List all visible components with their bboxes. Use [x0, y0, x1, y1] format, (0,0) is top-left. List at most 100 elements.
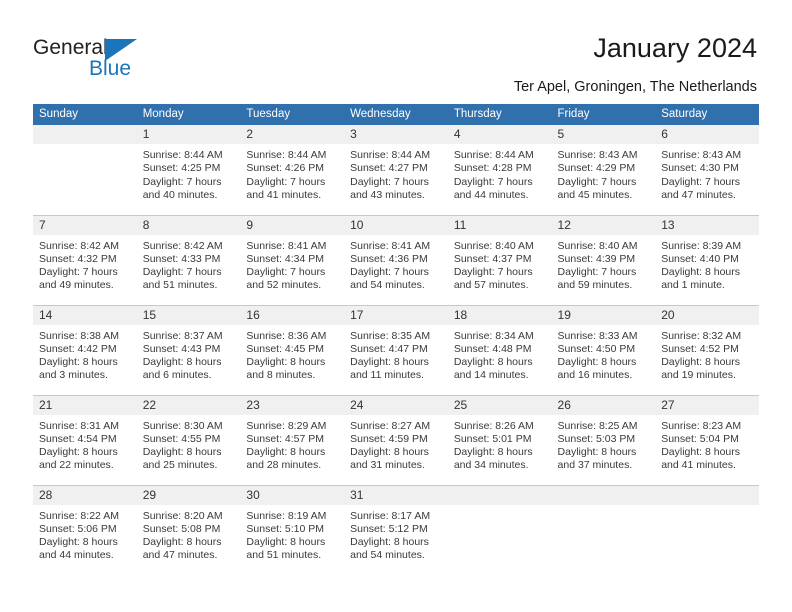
calendar-day-cell[interactable]: 12 Sunrise: 8:40 AM Sunset: 4:39 PM Dayligh…: [551, 214, 656, 305]
daylight-duration-line2: and 28 minutes.: [246, 459, 322, 472]
calendar-day-cell[interactable]: 24 Sunrise: 8:27 AM Sunset: 4:59 PM Dayligh…: [344, 394, 448, 485]
day-number: 26: [551, 395, 656, 415]
general-blue-logo[interactable]: General Blue: [33, 36, 163, 84]
calendar-day-cell[interactable]: 15 Sunrise: 8:37 AM Sunset: 4:43 PM Dayligh…: [136, 304, 241, 395]
daylight-duration-line1: Daylight: 8 hours: [39, 356, 118, 369]
sunrise-time: Sunrise: 8:33 AM: [557, 329, 638, 342]
daylight-duration-line1: Daylight: 8 hours: [453, 446, 533, 459]
calendar-day-cell[interactable]: 31 Sunrise: 8:17 AM Sunset: 5:12 PM Dayligh…: [344, 484, 448, 575]
day-number: 10: [344, 215, 448, 235]
day-sun-info: Sunrise: 8:17 AM Sunset: 5:12 PM Daylight:…: [344, 505, 448, 563]
calendar-day-cell-empty: [655, 484, 759, 575]
calendar-week-row: 28 Sunrise: 8:22 AM Sunset: 5:06 PM Dayligh…: [33, 484, 759, 575]
calendar-day-cell[interactable]: 11 Sunrise: 8:40 AM Sunset: 4:37 PM Dayligh…: [447, 214, 552, 305]
calendar-day-cell[interactable]: 5 Sunrise: 8:43 AM Sunset: 4:29 PM Daylight…: [551, 125, 656, 215]
sunset-time: Sunset: 4:54 PM: [39, 432, 117, 445]
sunset-time: Sunset: 4:30 PM: [661, 162, 739, 175]
calendar-day-cell[interactable]: 19 Sunrise: 8:33 AM Sunset: 4:50 PM Dayligh…: [551, 304, 656, 395]
calendar-day-cell[interactable]: 6 Sunrise: 8:43 AM Sunset: 4:30 PM Daylight…: [655, 125, 759, 215]
day-number: 25: [447, 395, 552, 415]
day-sun-info: Sunrise: 8:31 AM Sunset: 4:54 PM Daylight:…: [33, 415, 137, 473]
daylight-duration-line1: Daylight: 8 hours: [142, 536, 222, 549]
day-sun-info: Sunrise: 8:40 AM Sunset: 4:37 PM Daylight:…: [448, 235, 552, 293]
sunset-time: Sunset: 4:57 PM: [246, 432, 325, 445]
calendar-day-cell[interactable]: 7 Sunrise: 8:42 AM Sunset: 4:32 PM Daylight…: [33, 214, 137, 305]
day-sun-info: Sunrise: 8:34 AM Sunset: 4:48 PM Daylight:…: [448, 325, 552, 383]
calendar-day-cell[interactable]: 28 Sunrise: 8:22 AM Sunset: 5:06 PM Dayligh…: [33, 484, 137, 575]
calendar-day-cell[interactable]: 14 Sunrise: 8:38 AM Sunset: 4:42 PM Dayligh…: [33, 304, 137, 395]
day-sun-info: Sunrise: 8:43 AM Sunset: 4:29 PM Daylight:…: [552, 144, 656, 202]
daylight-duration-line1: Daylight: 7 hours: [39, 266, 118, 279]
calendar-day-cell[interactable]: 20 Sunrise: 8:32 AM Sunset: 4:52 PM Dayligh…: [655, 304, 759, 395]
day-number: 21: [33, 395, 137, 415]
day-number: 24: [344, 395, 448, 415]
daylight-duration-line1: Daylight: 7 hours: [142, 175, 222, 188]
calendar-day-cell[interactable]: 1 Sunrise: 8:44 AM Sunset: 4:25 PM Daylight…: [136, 125, 241, 215]
calendar-day-cell[interactable]: 2 Sunrise: 8:44 AM Sunset: 4:26 PM Daylight…: [240, 125, 345, 215]
weekday-header-sunday: Sunday: [33, 104, 137, 125]
calendar-day-cell[interactable]: 27 Sunrise: 8:23 AM Sunset: 5:04 PM Dayligh…: [655, 394, 759, 485]
day-number: 9: [240, 215, 345, 235]
calendar-page: General Blue January 2024 Ter Apel, Gron…: [0, 0, 792, 612]
daylight-duration-line2: and 25 minutes.: [142, 459, 218, 472]
day-number: 22: [136, 395, 241, 415]
daylight-duration-line1: Daylight: 8 hours: [39, 446, 118, 459]
calendar-day-cell[interactable]: 25 Sunrise: 8:26 AM Sunset: 5:01 PM Dayligh…: [447, 394, 552, 485]
sunrise-time: Sunrise: 8:42 AM: [39, 239, 119, 252]
daylight-duration-line2: and 37 minutes.: [557, 459, 633, 472]
day-sun-info: Sunrise: 8:23 AM Sunset: 5:04 PM Daylight:…: [655, 415, 759, 473]
daylight-duration-line2: and 16 minutes.: [557, 369, 633, 382]
day-number: [655, 485, 759, 505]
sunset-time: Sunset: 4:43 PM: [142, 342, 221, 355]
day-sun-info: Sunrise: 8:44 AM Sunset: 4:26 PM Daylight:…: [240, 144, 344, 202]
sunrise-time: Sunrise: 8:44 AM: [453, 149, 534, 161]
daylight-duration-line1: Daylight: 7 hours: [453, 175, 533, 188]
calendar-day-cell[interactable]: 4 Sunrise: 8:44 AM Sunset: 4:28 PM Daylight…: [447, 125, 552, 215]
day-sun-info: Sunrise: 8:25 AM Sunset: 5:03 PM Daylight:…: [552, 415, 656, 473]
day-sun-info: Sunrise: 8:44 AM Sunset: 4:27 PM Daylight:…: [344, 144, 448, 202]
calendar-day-cell[interactable]: 16 Sunrise: 8:36 AM Sunset: 4:45 PM Dayligh…: [240, 304, 345, 395]
calendar-day-cell[interactable]: 30 Sunrise: 8:19 AM Sunset: 5:10 PM Dayligh…: [240, 484, 345, 575]
sunrise-time: Sunrise: 8:26 AM: [453, 419, 534, 432]
day-number: 12: [551, 215, 656, 235]
calendar-day-cell[interactable]: 3 Sunrise: 8:44 AM Sunset: 4:27 PM Daylight…: [344, 125, 448, 215]
day-number: [447, 485, 552, 505]
daylight-duration-line2: and 8 minutes.: [246, 369, 316, 382]
day-sun-info: Sunrise: 8:39 AM Sunset: 4:40 PM Daylight:…: [655, 235, 759, 293]
calendar-day-cell[interactable]: 13 Sunrise: 8:39 AM Sunset: 4:40 PM Dayligh…: [655, 214, 759, 305]
daylight-duration-line1: Daylight: 7 hours: [246, 266, 326, 279]
calendar-day-cell[interactable]: 21 Sunrise: 8:31 AM Sunset: 4:54 PM Dayligh…: [33, 394, 137, 485]
sunrise-time: Sunrise: 8:30 AM: [142, 419, 223, 432]
daylight-duration-line1: Daylight: 8 hours: [453, 356, 533, 369]
daylight-duration-line1: Daylight: 7 hours: [453, 266, 533, 279]
weekday-header-wednesday: Wednesday: [344, 104, 448, 125]
daylight-duration-line2: and 54 minutes.: [350, 279, 425, 292]
daylight-duration-line1: Daylight: 8 hours: [246, 536, 326, 549]
calendar-day-cell[interactable]: 23 Sunrise: 8:29 AM Sunset: 4:57 PM Dayligh…: [240, 394, 345, 485]
daylight-duration-line2: and 51 minutes.: [246, 549, 322, 562]
calendar-day-cell[interactable]: 22 Sunrise: 8:30 AM Sunset: 4:55 PM Dayligh…: [136, 394, 241, 485]
day-number: 29: [136, 485, 241, 505]
daylight-duration-line2: and 44 minutes.: [453, 188, 529, 201]
sunset-time: Sunset: 4:39 PM: [557, 252, 636, 265]
weekday-header-tuesday: Tuesday: [240, 104, 345, 125]
calendar-day-cell[interactable]: 8 Sunrise: 8:42 AM Sunset: 4:33 PM Daylight…: [136, 214, 241, 305]
calendar-day-cell[interactable]: 9 Sunrise: 8:41 AM Sunset: 4:34 PM Daylight…: [240, 214, 345, 305]
day-number: 19: [551, 305, 656, 325]
sunrise-time: Sunrise: 8:27 AM: [350, 419, 431, 432]
sunset-time: Sunset: 4:33 PM: [142, 252, 221, 265]
sunrise-time: Sunrise: 8:35 AM: [350, 329, 431, 342]
sunset-time: Sunset: 4:34 PM: [246, 252, 325, 265]
calendar-day-cell[interactable]: 26 Sunrise: 8:25 AM Sunset: 5:03 PM Dayligh…: [551, 394, 656, 485]
sunset-time: Sunset: 4:27 PM: [350, 162, 428, 175]
calendar-day-cell[interactable]: 18 Sunrise: 8:34 AM Sunset: 4:48 PM Dayligh…: [447, 304, 552, 395]
day-number: [33, 125, 137, 144]
calendar-day-cell[interactable]: 17 Sunrise: 8:35 AM Sunset: 4:47 PM Dayligh…: [344, 304, 448, 395]
daylight-duration-line2: and 44 minutes.: [39, 549, 114, 562]
weekday-header-saturday: Saturday: [655, 104, 759, 125]
calendar-day-cell[interactable]: 29 Sunrise: 8:20 AM Sunset: 5:08 PM Dayligh…: [136, 484, 241, 575]
calendar-day-cell[interactable]: 10 Sunrise: 8:41 AM Sunset: 4:36 PM Dayligh…: [344, 214, 448, 305]
sunset-time: Sunset: 4:48 PM: [453, 342, 532, 355]
sunrise-time: Sunrise: 8:44 AM: [350, 149, 431, 161]
sunrise-time: Sunrise: 8:38 AM: [39, 329, 119, 342]
